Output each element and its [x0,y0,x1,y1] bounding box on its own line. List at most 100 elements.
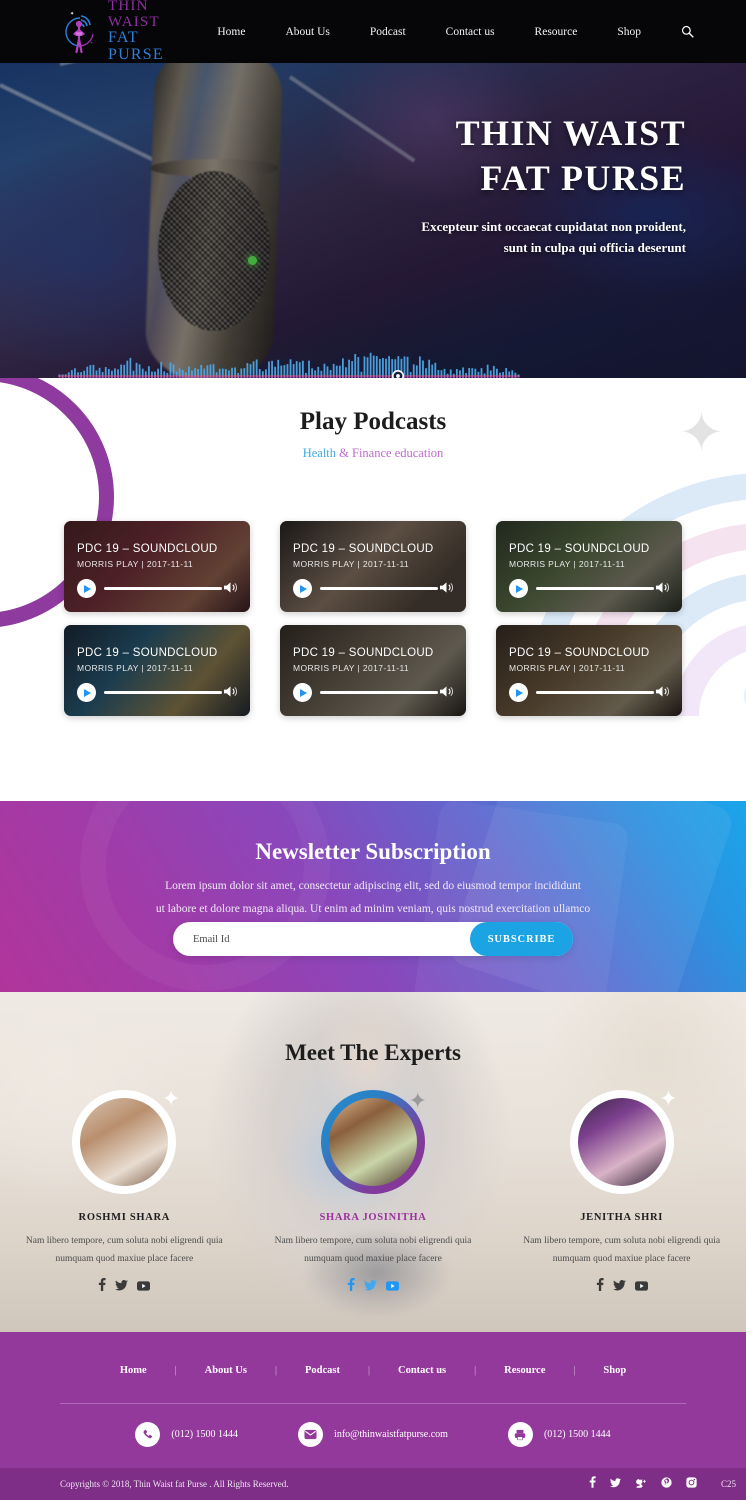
facebook-icon[interactable] [596,1278,604,1296]
facebook-icon[interactable] [589,1475,596,1493]
search-icon[interactable] [681,25,694,38]
newsletter-description-line-1: Lorem ipsum dolor sit amet, consectetur … [165,880,581,892]
waveform-graphic[interactable] [58,348,520,378]
newsletter-title: Newsletter Subscription [255,839,491,864]
play-icon[interactable] [77,683,96,702]
build-code: C25 [720,1479,736,1489]
nav-item-shop[interactable]: Shop [617,26,641,38]
logo[interactable]: ✦ ✦ THIN WAIST FAT PURSE [60,0,197,64]
footer-nav-item-home[interactable]: Home [92,1365,175,1376]
footer-nav-item-podcast[interactable]: Podcast [277,1365,368,1376]
instagram-icon[interactable] [686,1475,697,1493]
footer-nav-item-contact-us[interactable]: Contact us [370,1365,474,1376]
email-field[interactable] [193,933,470,945]
progress-slider[interactable] [104,691,222,694]
expert-description-line-2: numquam quod maxiue place facere [55,1253,194,1264]
progress-slider[interactable] [320,587,438,590]
logo-line-2: FAT PURSE [108,29,164,64]
expert-social-links [347,1278,399,1296]
expert-description-line-2: numquam quod maxiue place facere [304,1253,442,1264]
expert-description: Nam libero tempore, cum soluta nobi elig… [19,1233,229,1268]
site-header: ✦ ✦ THIN WAIST FAT PURSE Home About Us P… [0,0,746,63]
youtube-icon[interactable] [137,1278,151,1296]
play-icon[interactable] [509,683,528,702]
play-icon[interactable] [293,683,312,702]
podcast-card[interactable]: PDC 19 – SOUNDCLOUD MORRIS PLAY | 2017-1… [280,625,466,716]
footer-nav-item-shop[interactable]: Shop [575,1365,654,1376]
avatar [80,1098,169,1186]
contact-fax[interactable]: (012) 1500 1444 [507,1422,611,1447]
facebook-icon[interactable] [347,1278,355,1296]
podcasts-title: Play Podcasts [299,408,447,435]
expert-name: ROSHMI SHARA [78,1212,171,1223]
progress-slider[interactable] [104,587,222,590]
envelope-icon [298,1422,324,1447]
podcast-card[interactable]: PDC 19 – SOUNDCLOUD MORRIS PLAY | 2017-1… [496,625,682,716]
podcast-card[interactable]: PDC 19 – SOUNDCLOUD MORRIS PLAY | 2017-1… [496,521,682,612]
newsletter-description: Lorem ipsum dolor sit amet, consectetur … [0,875,746,921]
logo-line-1: THIN WAIST [108,0,160,30]
expert-card: ✦ ROSHMI SHARA Nam libero tempore, cum s… [0,1088,249,1296]
podcasts-subtitle: Health & Finance education [0,446,746,461]
nav-item-about-us[interactable]: About Us [285,26,329,38]
podcast-card[interactable]: PDC 19 – SOUNDCLOUD MORRIS PLAY | 2017-1… [64,521,250,612]
progress-slider[interactable] [320,691,438,694]
podcasts-subtitle-health: Health [302,446,337,460]
footer-nav-item-resource[interactable]: Resource [476,1365,573,1376]
hero-title-line-1: THIN WAIST [455,113,686,153]
nav-item-home[interactable]: Home [217,26,245,38]
star-icon: ✦ [659,1086,678,1111]
expert-description-line-1: Nam libero tempore, cum soluta nobi elig… [274,1236,472,1246]
copyright-text: Copyrights © 2018, Thin Waist fat Purse … [60,1479,289,1489]
contact-email[interactable]: info@thinwaistfatpurse.com [298,1422,448,1447]
expert-name: SHARA JOSINITHA [319,1212,427,1223]
footer-social-links [589,1475,697,1493]
contact-fax-text: (012) 1500 1444 [543,1429,611,1440]
avatar [577,1098,666,1186]
volume-icon[interactable] [223,581,238,599]
contact-phone[interactable]: (012) 1500 1444 [135,1422,238,1447]
play-icon[interactable] [77,579,96,598]
twitter-icon[interactable] [364,1278,377,1296]
subscribe-button[interactable]: SUBSCRIBE [470,922,573,956]
volume-icon[interactable] [223,685,238,703]
youtube-icon[interactable] [385,1278,399,1296]
twitter-icon[interactable] [115,1278,129,1296]
podcast-row: PDC 19 – SOUNDCLOUD MORRIS PLAY | 2017-1… [0,625,746,716]
svg-text:✦: ✦ [70,11,74,17]
audio-waveform-player[interactable]: 22.20 36.02 [58,348,520,378]
podcast-title: PDC 19 – SOUNDCLOUD [293,647,434,659]
expert-description: Nam libero tempore, cum soluta nobi elig… [517,1233,727,1268]
footer-nav-item-about-us[interactable]: About Us [177,1365,275,1376]
phone-icon [135,1422,161,1447]
hero-subtitle-line-2: sunt in culpa qui officia deserunt [503,240,686,256]
logo-text: THIN WAIST FAT PURSE [108,0,197,64]
podcast-meta: MORRIS PLAY | 2017-11-11 [293,663,410,673]
facebook-icon[interactable] [98,1278,106,1296]
twitter-icon[interactable] [609,1475,621,1493]
youtube-icon[interactable] [634,1278,648,1296]
volume-icon[interactable] [439,685,454,703]
podcast-meta: MORRIS PLAY | 2017-11-11 [509,559,626,569]
podcast-title: PDC 19 – SOUNDCLOUD [509,647,650,659]
twitter-icon[interactable] [612,1278,626,1296]
volume-icon[interactable] [655,581,670,599]
progress-slider[interactable] [536,691,654,694]
play-icon[interactable] [293,579,312,598]
pinterest-icon[interactable] [661,1475,672,1493]
progress-slider[interactable] [536,587,654,590]
experts-section: Meet The Experts ✦ ROSHMI SHARA Nam libe… [0,992,746,1332]
podcasts-section: ✦ Play Podcasts Health & Finance educati… [0,378,746,801]
nav-item-resource[interactable]: Resource [535,26,578,38]
print-icon [507,1422,533,1447]
nav-item-contact-us[interactable]: Contact us [446,26,495,38]
expert-avatar-ring: ✦ [320,1090,427,1194]
volume-icon[interactable] [655,685,670,703]
volume-icon[interactable] [439,581,454,599]
site-footer: Home | About Us | Podcast | Contact us |… [0,1332,746,1468]
play-icon[interactable] [509,579,528,598]
podcast-card[interactable]: PDC 19 – SOUNDCLOUD MORRIS PLAY | 2017-1… [280,521,466,612]
nav-item-podcast[interactable]: Podcast [370,26,406,38]
google-plus-icon[interactable] [635,1475,647,1493]
podcast-card[interactable]: PDC 19 – SOUNDCLOUD MORRIS PLAY | 2017-1… [64,625,250,716]
